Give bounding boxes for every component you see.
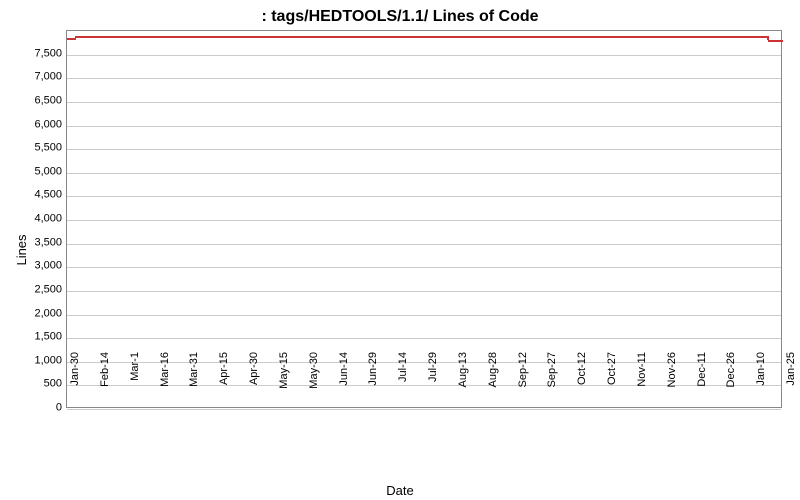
gridline (67, 267, 781, 268)
x-tick-label: 26-Nov (666, 352, 678, 412)
x-tick-label: 31-Mar (188, 352, 200, 412)
y-tick-label: 2,000 (6, 308, 62, 319)
x-tick-label: 12-Sep (517, 352, 529, 412)
x-tick-label: 15-May (278, 352, 290, 412)
gridline (67, 173, 781, 174)
y-tick-label: 500 (6, 379, 62, 390)
chart-title: : tags/HEDTOOLS/1.1/ Lines of Code (0, 8, 800, 26)
y-tick-label: 4,000 (6, 214, 62, 225)
x-axis-label: Date (0, 483, 800, 498)
x-tick-label: 14-Feb (99, 352, 111, 412)
x-tick-label: 14-Jun (338, 352, 350, 412)
x-tick-label: 11-Nov (636, 352, 648, 412)
x-tick-label: 30-Jan (69, 352, 81, 412)
x-tick-label: 25-Jan (785, 352, 797, 412)
y-tick-label: 3,500 (6, 237, 62, 248)
y-tick-label: 5,500 (6, 143, 62, 154)
x-tick-label: 12-Oct (576, 352, 588, 412)
gridline (67, 220, 781, 221)
x-tick-label: 16-Mar (159, 352, 171, 412)
gridline (67, 338, 781, 339)
data-line (76, 36, 768, 38)
x-tick-label: 26-Dec (725, 352, 737, 412)
gridline (67, 149, 781, 150)
gridline (67, 291, 781, 292)
x-tick-label: 28-Aug (487, 352, 499, 412)
gridline (67, 55, 781, 56)
x-tick-label: 1-Mar (129, 352, 141, 412)
gridline (67, 126, 781, 127)
y-tick-label: 0 (6, 403, 62, 414)
x-tick-label: 27-Sep (546, 352, 558, 412)
data-line (67, 38, 76, 40)
y-tick-label: 7,500 (6, 48, 62, 59)
x-tick-label: 15-Apr (218, 352, 230, 412)
x-tick-label: 30-Apr (248, 352, 260, 412)
y-tick-label: 4,500 (6, 190, 62, 201)
data-line (768, 40, 783, 42)
y-tick-label: 5,000 (6, 166, 62, 177)
gridline (67, 196, 781, 197)
y-tick-label: 1,000 (6, 355, 62, 366)
x-tick-label: 27-Oct (606, 352, 618, 412)
gridline (67, 102, 781, 103)
gridline (67, 78, 781, 79)
y-tick-label: 6,500 (6, 95, 62, 106)
y-tick-label: 3,000 (6, 261, 62, 272)
y-tick-label: 6,000 (6, 119, 62, 130)
gridline (67, 315, 781, 316)
gridline (67, 244, 781, 245)
x-tick-label: 11-Dec (696, 352, 708, 412)
chart-container: : tags/HEDTOOLS/1.1/ Lines of Code Lines… (0, 0, 800, 500)
y-tick-label: 7,000 (6, 72, 62, 83)
x-tick-label: 10-Jan (755, 352, 767, 412)
x-tick-label: 30-May (308, 352, 320, 412)
y-tick-label: 2,500 (6, 284, 62, 295)
x-tick-label: 29-Jun (367, 352, 379, 412)
y-tick-label: 1,500 (6, 332, 62, 343)
x-tick-label: 29-Jul (427, 352, 439, 412)
x-tick-label: 13-Aug (457, 352, 469, 412)
x-tick-label: 14-Jul (397, 352, 409, 412)
